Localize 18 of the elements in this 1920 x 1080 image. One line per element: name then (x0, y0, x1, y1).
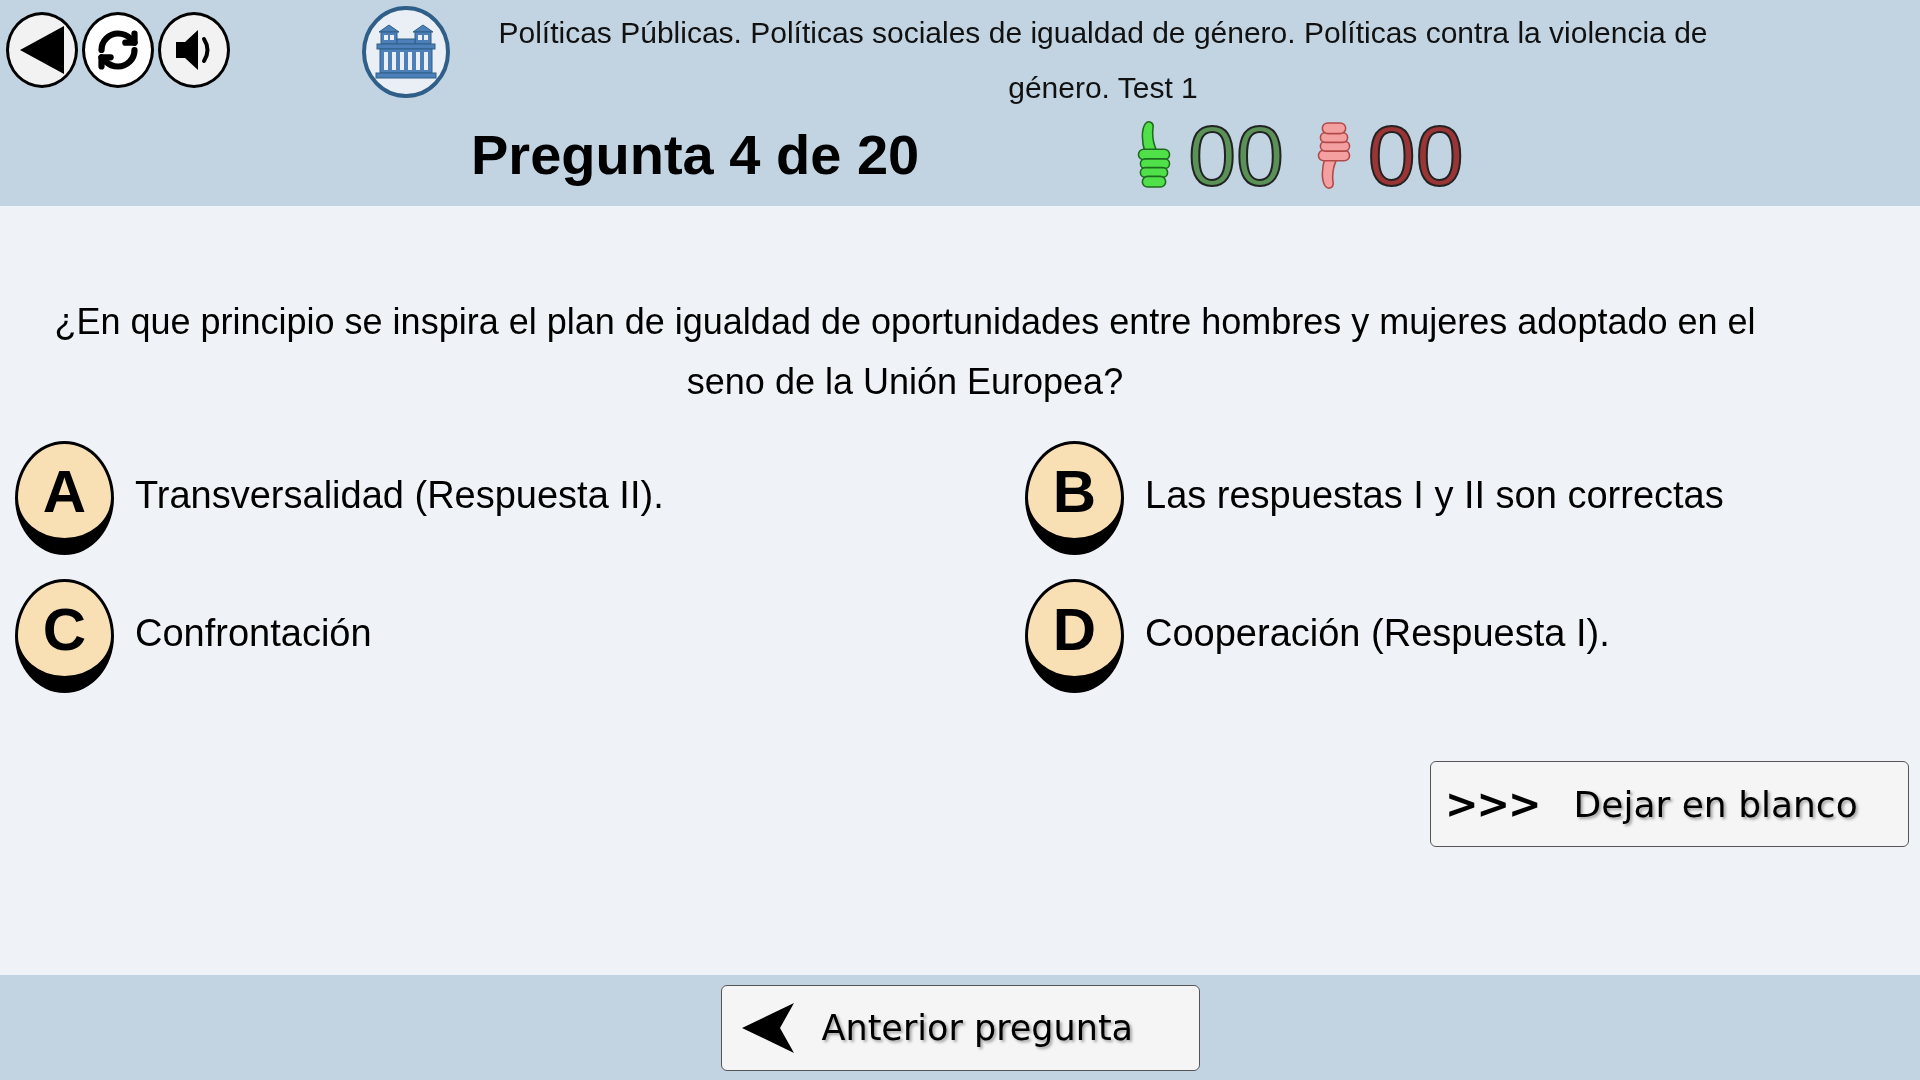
answer-letter-button[interactable]: B (1025, 441, 1124, 555)
left-triangle-icon (18, 24, 66, 76)
answer-letter-button[interactable]: C (15, 579, 114, 693)
refresh-icon (96, 28, 140, 72)
building-logo-icon (362, 6, 450, 98)
answer-text[interactable]: Transversalidad (Respuesta II). (135, 473, 664, 517)
quiz-title: Políticas Públicas. Políticas sociales de igualdad de género. Políticas contra la violencia de género. Test 1 (497, 15, 1709, 106)
answer-text[interactable]: Confrontación (135, 611, 372, 655)
skip-button[interactable]: >>> Dejar en blanco (1430, 761, 1909, 847)
wrong-count: 00 (1367, 119, 1464, 191)
answer-letter-button[interactable]: A (15, 441, 114, 555)
previous-question-button[interactable]: Anterior pregunta (720, 984, 1200, 1071)
question-text: ¿En que principio se inspira el plan de igualdad de oportunidades entre hombres y mujeres adoptado en el seno de la Unión Europea? (53, 300, 1757, 404)
correct-count: 00 (1188, 119, 1284, 191)
answer-text[interactable]: Cooperación (Respuesta I). (1145, 611, 1610, 655)
question-counter: Pregunta 4 de 20 (471, 122, 920, 188)
answer-letter-button[interactable]: D (1025, 579, 1124, 693)
answer-text[interactable]: Las respuestas I y II son correctas (1145, 473, 1724, 517)
